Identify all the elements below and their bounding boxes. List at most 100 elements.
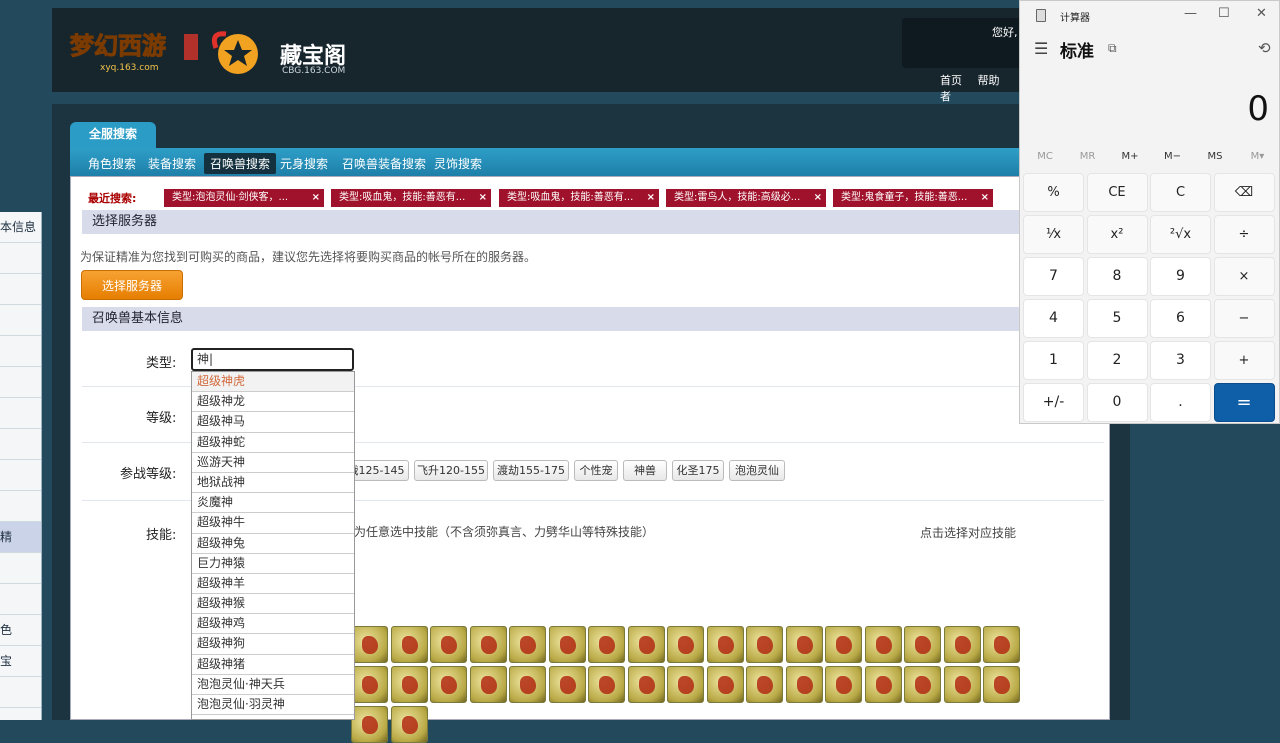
clear-entry-button[interactable]: CE <box>1086 173 1148 212</box>
recent-search-chip[interactable]: 类型:泡泡灵仙·剑侠客，... × <box>164 189 324 207</box>
sidebar-item[interactable]: 本信息 <box>0 212 41 243</box>
multiply-button[interactable]: × <box>1213 257 1275 296</box>
skill-icon[interactable] <box>548 666 586 703</box>
decimal-button[interactable]: . <box>1150 383 1211 422</box>
skill-icon[interactable] <box>706 666 744 703</box>
suggestion-item[interactable]: 泡泡灵仙·神天兵 <box>192 675 354 695</box>
battle-level-option[interactable]: 泡泡灵仙 <box>729 460 785 481</box>
skill-icon[interactable] <box>588 666 625 703</box>
suggestion-item[interactable]: 超级神猪 <box>192 655 354 675</box>
skill-icon[interactable] <box>351 626 388 663</box>
digit-8-button[interactable]: 8 <box>1086 257 1148 296</box>
close-icon[interactable]: ✕ <box>1256 6 1267 21</box>
suggestion-item[interactable]: 巨力神猿 <box>192 554 354 574</box>
digit-9-button[interactable]: 9 <box>1150 257 1211 296</box>
keep-on-top-icon[interactable]: ⧉ <box>1108 41 1117 56</box>
suggestion-item[interactable]: 地狱战神 <box>192 473 354 494</box>
tab-role-search[interactable]: 角色搜索 <box>82 153 142 174</box>
suggestion-item[interactable]: 超级神鸡 <box>192 614 354 635</box>
skill-icon[interactable] <box>390 706 428 743</box>
nav-help[interactable]: 帮助 <box>978 74 1000 87</box>
skill-icon[interactable] <box>904 666 941 703</box>
minimize-icon[interactable]: — <box>1184 6 1197 21</box>
skill-icon[interactable] <box>983 626 1020 663</box>
sidebar-item[interactable] <box>0 584 41 615</box>
skill-icon[interactable] <box>469 666 507 703</box>
digit-6-button[interactable]: 6 <box>1150 299 1211 338</box>
suggestion-item[interactable]: 泡泡灵仙·羽灵神 <box>192 695 354 716</box>
memory-button[interactable]: M▾ <box>1237 151 1279 162</box>
divide-button[interactable]: ÷ <box>1213 215 1275 254</box>
skill-icon[interactable] <box>588 626 625 663</box>
tab-all-server-search[interactable]: 全服搜索 <box>70 122 156 148</box>
equals-button[interactable]: = <box>1213 383 1275 422</box>
nav-home[interactable]: 首页 <box>940 74 962 87</box>
digit-5-button[interactable]: 5 <box>1086 299 1148 338</box>
suggestion-item[interactable]: 超级神虎 <box>192 372 354 393</box>
reciprocal-button[interactable]: ¹⁄x <box>1023 215 1084 254</box>
digit-0-button[interactable]: 0 <box>1086 383 1148 422</box>
memory-button[interactable]: MR <box>1067 151 1109 162</box>
battle-level-option[interactable]: 渡劫155-175 <box>493 460 569 481</box>
memory-button[interactable]: MS <box>1194 151 1236 162</box>
suggestion-item[interactable]: 炎魔神 <box>192 493 354 514</box>
close-icon[interactable]: × <box>479 189 487 207</box>
skill-icon[interactable] <box>746 626 783 663</box>
percent-button[interactable]: % <box>1023 173 1084 212</box>
sidebar-item[interactable]: 精 <box>0 522 41 553</box>
skill-icon[interactable] <box>785 666 823 703</box>
sidebar-item[interactable]: 色 <box>0 615 41 646</box>
suggestion-item[interactable]: 超级神马 <box>192 412 354 433</box>
skill-icon[interactable] <box>864 666 902 703</box>
history-icon[interactable]: ⟲ <box>1258 39 1271 57</box>
sidebar-item[interactable] <box>0 491 41 522</box>
memory-button[interactable]: M− <box>1152 151 1194 162</box>
skill-icon[interactable] <box>390 666 428 703</box>
skill-icon[interactable] <box>430 666 467 703</box>
skill-icon[interactable] <box>430 626 467 663</box>
clear-button[interactable]: C <box>1150 173 1211 212</box>
sidebar-item[interactable] <box>0 429 41 460</box>
sidebar-item[interactable] <box>0 243 41 274</box>
calculator-titlebar[interactable]: 计算器 — ☐ ✕ <box>1020 1 1279 29</box>
sidebar-item[interactable] <box>0 274 41 305</box>
suggestion-item[interactable]: 超级神羊 <box>192 574 354 595</box>
square-button[interactable]: x² <box>1086 215 1148 254</box>
close-icon[interactable]: × <box>814 189 822 207</box>
sidebar-item[interactable] <box>0 677 41 708</box>
sidebar-item[interactable] <box>0 305 41 336</box>
sidebar-item[interactable] <box>0 460 41 491</box>
digit-1-button[interactable]: 1 <box>1023 341 1084 380</box>
suggestion-item[interactable]: 超级神兔 <box>192 534 354 554</box>
add-button[interactable]: + <box>1213 341 1275 380</box>
digit-4-button[interactable]: 4 <box>1023 299 1084 338</box>
skill-icon[interactable] <box>667 666 704 703</box>
skill-icon[interactable] <box>390 626 428 663</box>
recent-search-chip[interactable]: 类型:雷鸟人，技能:高级必... × <box>666 189 826 207</box>
digit-7-button[interactable]: 7 <box>1023 257 1084 296</box>
suggestion-item[interactable]: 超级神狗 <box>192 634 354 655</box>
game-logo[interactable]: 梦幻西游 xyq.163.com <box>66 24 201 74</box>
battle-level-option[interactable]: 化圣175 <box>672 460 724 481</box>
sidebar-item[interactable] <box>0 398 41 429</box>
skill-icon[interactable] <box>825 666 862 703</box>
skill-icon[interactable] <box>469 626 507 663</box>
nav-other[interactable]: 者 <box>940 90 951 103</box>
tab-yuanshen-search[interactable]: 元身搜索 <box>274 153 334 174</box>
close-icon[interactable]: × <box>647 189 655 207</box>
close-icon[interactable]: × <box>981 189 989 207</box>
skill-icon[interactable] <box>509 666 546 703</box>
skill-icon[interactable] <box>904 626 941 663</box>
recent-search-chip[interactable]: 类型:吸血鬼，技能:善恶有... × <box>331 189 491 207</box>
negate-button[interactable]: +/- <box>1023 383 1084 422</box>
recent-search-chip[interactable]: 类型:鬼食童子，技能:善恶... × <box>833 189 993 207</box>
skill-icon[interactable] <box>983 666 1020 703</box>
tab-pet-search[interactable]: 召唤兽搜索 <box>204 153 277 174</box>
memory-button[interactable]: MC <box>1024 151 1066 162</box>
backspace-button[interactable]: ⌫ <box>1213 173 1275 212</box>
maximize-icon[interactable]: ☐ <box>1218 6 1230 21</box>
close-icon[interactable]: × <box>312 189 320 207</box>
tab-lingshi-search[interactable]: 灵饰搜索 <box>428 153 488 174</box>
skill-icon[interactable] <box>825 626 862 663</box>
sidebar-item[interactable] <box>0 336 41 367</box>
